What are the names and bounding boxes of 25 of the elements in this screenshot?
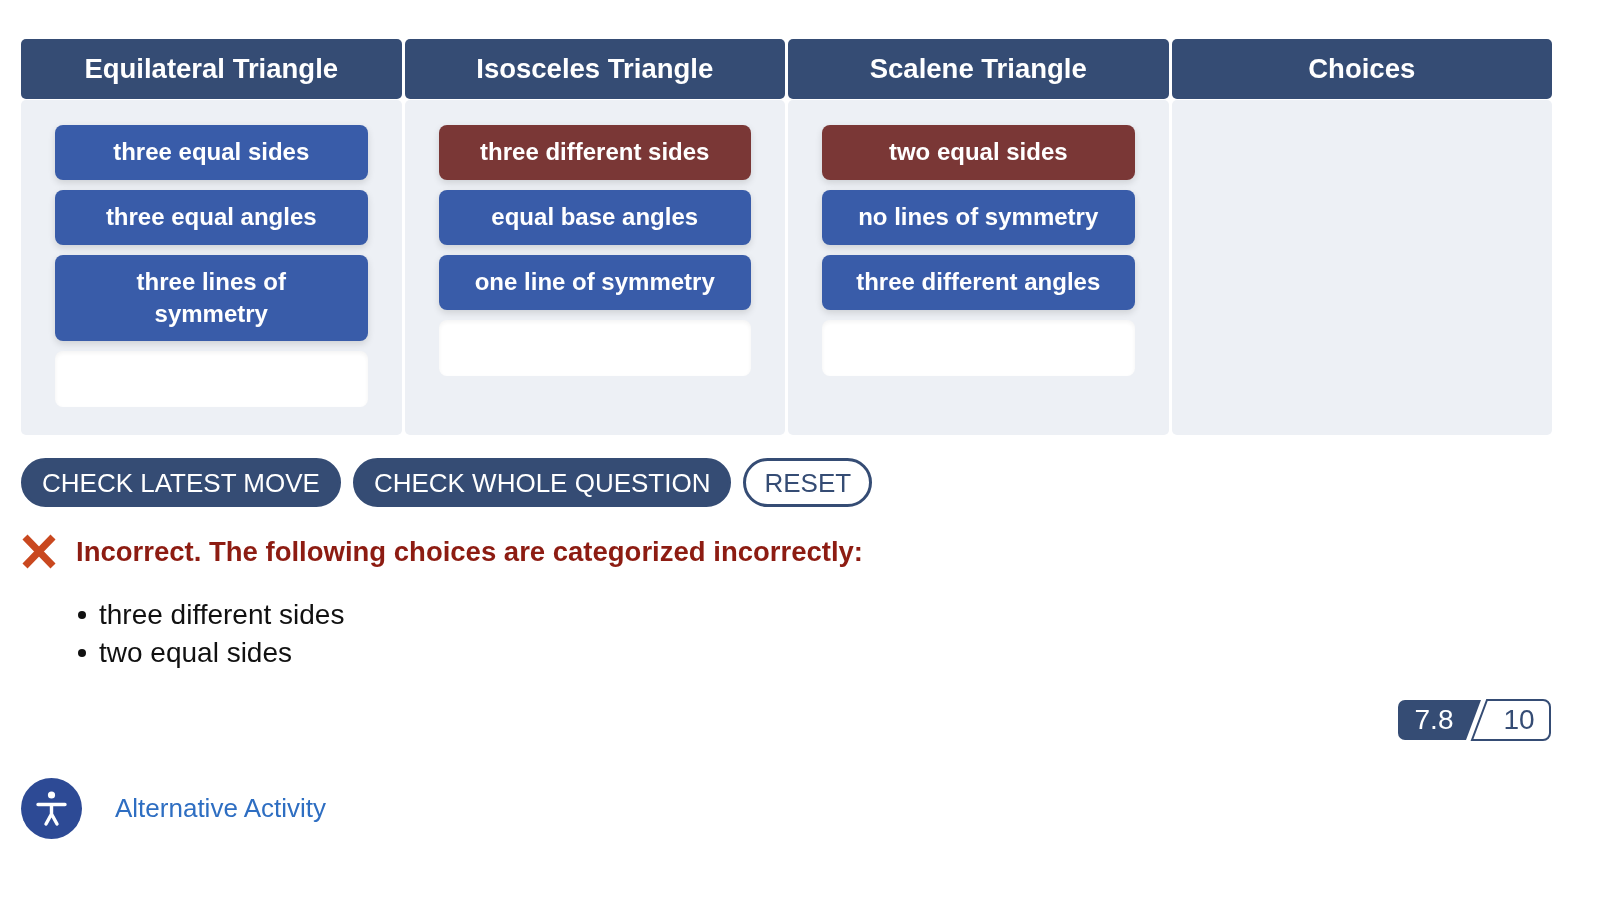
list-item-text: two equal sides [99,637,292,670]
answer-tile[interactable]: two equal sides [822,125,1135,180]
column-header: Choices [1171,39,1552,99]
column-header: Equilateral Triangle [21,39,402,99]
check-button[interactable]: CHECK WHOLE QUESTION [352,458,732,507]
bullet-icon [78,611,86,620]
column-header: Isosceles Triangle [404,39,785,99]
answer-tile[interactable]: three different angles [822,255,1135,310]
check-button[interactable]: CHECK LATEST MOVE [21,458,341,507]
answer-tile[interactable]: equal base angles [438,190,751,245]
column-header: Scalene Triangle [788,39,1169,99]
answer-tile[interactable]: no lines of symmetry [822,190,1135,245]
answer-tile[interactable]: three equal angles [55,190,368,245]
score-total: 10 [1502,706,1536,735]
list-item-text: three different sides [99,599,345,632]
score-earned: 7.8 [1413,706,1455,735]
answer-tile[interactable]: three lines of symmetry [55,255,368,341]
answer-tile[interactable]: one line of symmetry [438,255,751,310]
accessibility-icon[interactable] [21,778,82,840]
feedback-message: Incorrect. The following choices are categorized incorrectly: [76,535,863,569]
bullet-icon [78,649,86,658]
answer-tile[interactable]: three different sides [438,125,751,180]
alternative-activity-link[interactable]: Alternative Activity [115,789,326,829]
answer-tile[interactable]: three equal sides [55,125,368,180]
reset-button[interactable]: RESET [743,458,873,507]
